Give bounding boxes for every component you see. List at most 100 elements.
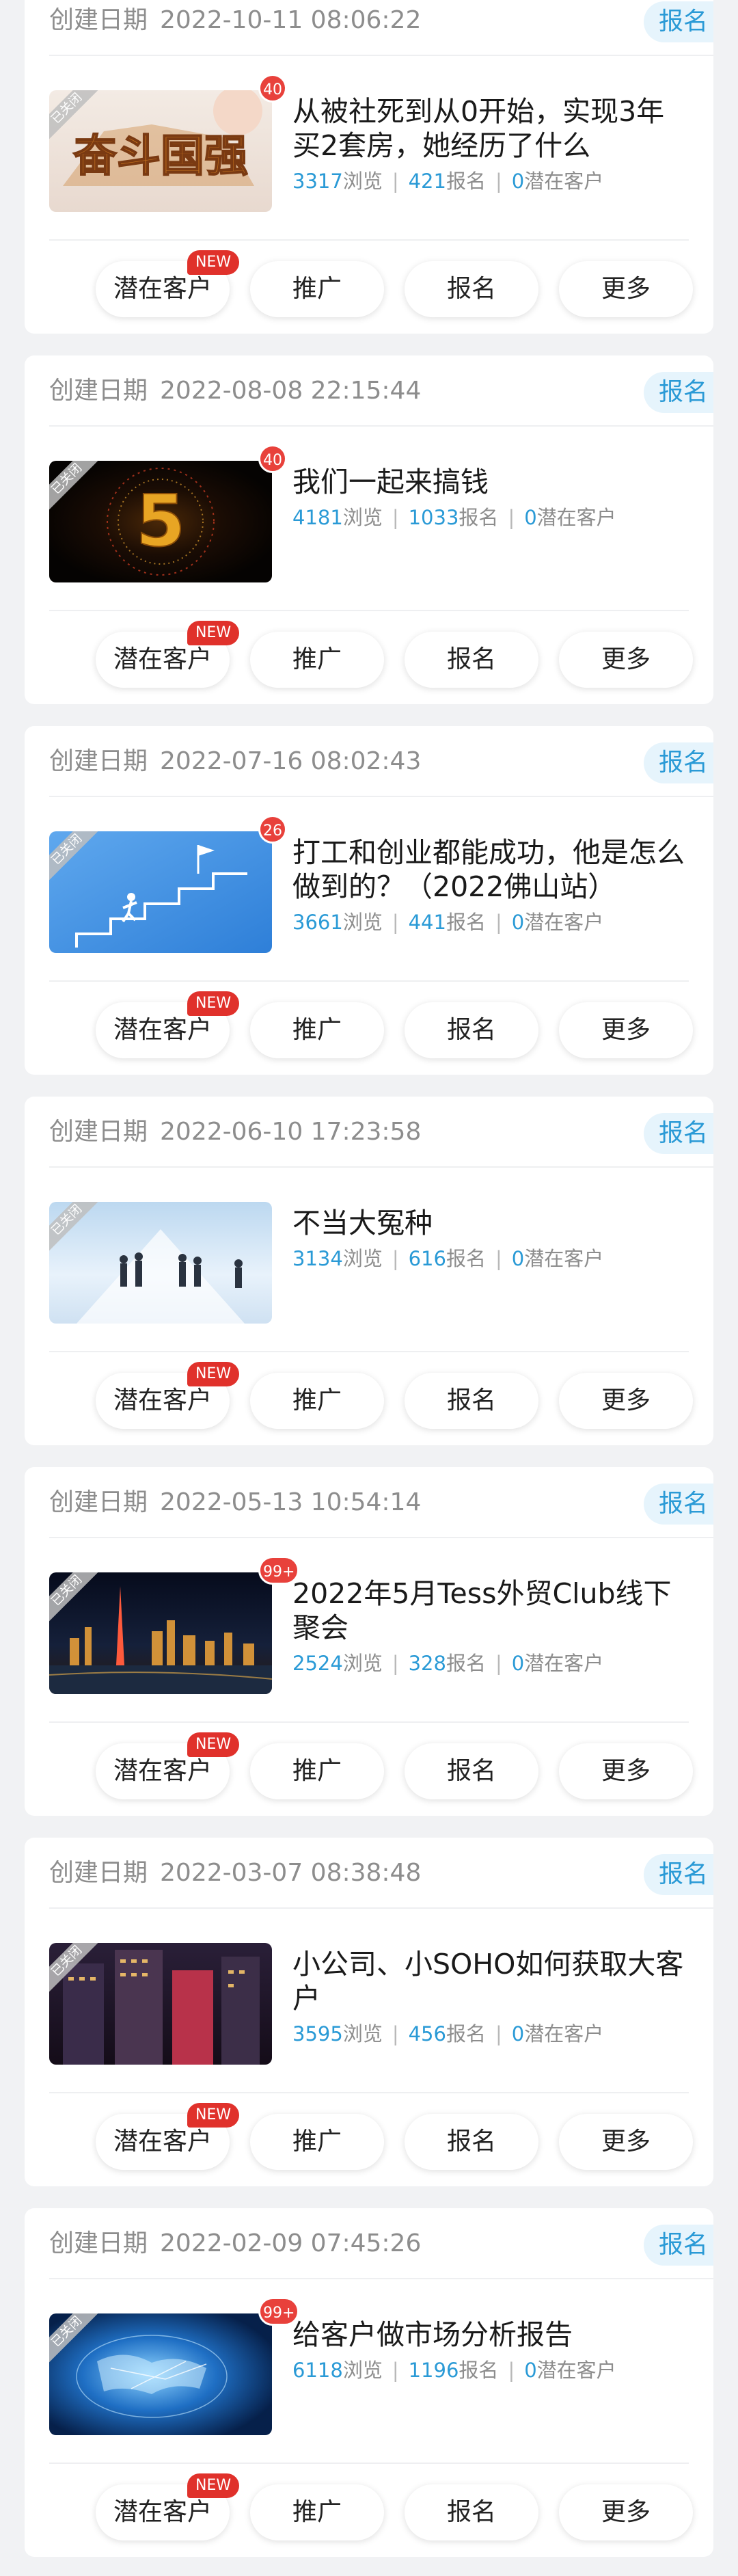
event-card[interactable]: 创建日期 2022-02-09 07:45:26 报名 已关闭 99+ 给客户做… bbox=[25, 2208, 713, 2557]
promote-button[interactable]: 推广 bbox=[250, 1002, 384, 1058]
more-button[interactable]: 更多 bbox=[559, 261, 693, 317]
more-button[interactable]: 更多 bbox=[559, 1373, 693, 1429]
event-card[interactable]: 创建日期 2022-06-10 17:23:58 报名 已关闭 不当大冤种 31… bbox=[25, 1097, 713, 1445]
event-title[interactable]: 不当大冤种 bbox=[292, 1206, 689, 1240]
event-type-tag: 报名 bbox=[643, 742, 713, 783]
signups-count: 421 bbox=[408, 170, 446, 193]
created-date-value: 2022-06-10 17:23:58 bbox=[160, 1118, 422, 1146]
event-stats: 3661浏览 | 441报名 | 0潜在客户 bbox=[292, 911, 604, 934]
event-type-tag: 报名 bbox=[643, 1854, 713, 1895]
created-date-value: 2022-07-16 08:02:43 bbox=[160, 747, 422, 775]
promote-button[interactable]: 推广 bbox=[250, 2484, 384, 2540]
card-header: 创建日期 2022-03-07 08:38:48 报名 bbox=[49, 1838, 713, 1909]
event-thumbnail[interactable]: 已关闭 bbox=[49, 1202, 272, 1324]
created-date-value: 2022-10-11 08:06:22 bbox=[160, 6, 422, 34]
new-badge: NEW bbox=[187, 1732, 240, 1757]
event-title[interactable]: 2022年5月Tess外贸Club线下聚会 bbox=[292, 1577, 689, 1645]
views-count: 3595 bbox=[292, 2022, 343, 2045]
event-title[interactable]: 打工和创业都能成功，他是怎么做到的？（2022佛山站） bbox=[292, 835, 689, 904]
leads-count: 0 bbox=[511, 170, 525, 193]
event-type-tag: 报名 bbox=[643, 1484, 713, 1525]
more-button[interactable]: 更多 bbox=[559, 632, 693, 688]
event-stats: 3595浏览 | 456报名 | 0潜在客户 bbox=[292, 2022, 604, 2045]
event-card[interactable]: 创建日期 2022-08-08 22:15:44 报名 5 已关闭 40 我们一起… bbox=[25, 355, 713, 704]
card-header: 创建日期 2022-06-10 17:23:58 报名 bbox=[49, 1097, 713, 1168]
card-body[interactable]: 已关闭 99+ 2022年5月Tess外贸Club线下聚会 2524浏览 | 328… bbox=[49, 1538, 689, 1723]
event-stats: 6118浏览 | 1196报名 | 0潜在客户 bbox=[292, 2359, 616, 2382]
card-body[interactable]: 已关闭 小公司、小SOHO如何获取大客户 3595浏览 | 456报名 | 0潜在客户 bbox=[49, 1909, 689, 2093]
leads-count: 0 bbox=[511, 911, 525, 934]
leads-count: 0 bbox=[511, 1652, 525, 1675]
event-thumbnail[interactable]: 已关闭 bbox=[49, 1943, 272, 2065]
event-card[interactable]: 创建日期 2022-03-07 08:38:48 报名 已关闭 小公司、小SOH… bbox=[25, 1838, 713, 2186]
more-button[interactable]: 更多 bbox=[559, 1743, 693, 1799]
leads-button[interactable]: 潜在客户 NEW bbox=[96, 1362, 240, 1429]
signups-count: 1033 bbox=[408, 506, 459, 529]
card-body[interactable]: 5 已关闭 40 我们一起来搞钱 4181浏览 | 1033报名 | 0潜在客户 bbox=[49, 427, 689, 611]
signup-button[interactable]: 报名 bbox=[405, 1002, 538, 1058]
event-thumbnail[interactable]: 奋斗国强 已关闭 bbox=[49, 90, 272, 212]
thumbnail-number: 5 bbox=[136, 479, 185, 563]
count-badge: 26 bbox=[258, 815, 287, 844]
signup-button[interactable]: 报名 bbox=[405, 2114, 538, 2170]
created-date: 创建日期 2022-05-13 10:54:14 bbox=[49, 1488, 422, 1516]
created-date-value: 2022-05-13 10:54:14 bbox=[160, 1488, 422, 1516]
views-count: 3317 bbox=[292, 170, 343, 193]
event-title[interactable]: 从被社死到从0开始，实现3年买2套房，她经历了什么 bbox=[292, 94, 689, 163]
created-date-value: 2022-08-08 22:15:44 bbox=[160, 377, 422, 405]
event-card[interactable]: 创建日期 2022-05-13 10:54:14 报名 已关闭 99+ 2022… bbox=[25, 1467, 713, 1816]
leads-button[interactable]: 潜在客户 NEW bbox=[96, 2103, 240, 2170]
more-button[interactable]: 更多 bbox=[559, 1002, 693, 1058]
event-title[interactable]: 小公司、小SOHO如何获取大客户 bbox=[292, 1947, 689, 2015]
event-thumbnail[interactable]: 已关闭 bbox=[49, 831, 272, 953]
card-body[interactable]: 已关闭 不当大冤种 3134浏览 | 616报名 | 0潜在客户 bbox=[49, 1168, 689, 1352]
promote-button[interactable]: 推广 bbox=[250, 1373, 384, 1429]
event-title[interactable]: 我们一起来搞钱 bbox=[292, 465, 689, 499]
promote-button[interactable]: 推广 bbox=[250, 2114, 384, 2170]
signups-count: 441 bbox=[408, 911, 446, 934]
signup-button[interactable]: 报名 bbox=[405, 632, 538, 688]
created-date: 创建日期 2022-03-07 08:38:48 bbox=[49, 1859, 422, 1887]
event-title[interactable]: 给客户做市场分析报告 bbox=[292, 2318, 689, 2352]
promote-button[interactable]: 推广 bbox=[250, 261, 384, 317]
count-badge: 40 bbox=[258, 74, 287, 103]
leads-button[interactable]: 潜在客户 NEW bbox=[96, 991, 240, 1058]
promote-button[interactable]: 推广 bbox=[250, 632, 384, 688]
created-date-value: 2022-03-07 08:38:48 bbox=[160, 1859, 422, 1887]
event-list: 创建日期 2022-10-11 08:06:22 报名 奋斗国强 已关闭 40 从… bbox=[0, 0, 738, 2576]
signup-button[interactable]: 报名 bbox=[405, 1373, 538, 1429]
new-badge: NEW bbox=[187, 2103, 240, 2128]
card-header: 创建日期 2022-05-13 10:54:14 报名 bbox=[49, 1467, 713, 1538]
card-body[interactable]: 已关闭 26 打工和创业都能成功，他是怎么做到的？（2022佛山站） 3661浏… bbox=[49, 797, 689, 982]
promote-button[interactable]: 推广 bbox=[250, 1743, 384, 1799]
more-button[interactable]: 更多 bbox=[559, 2114, 693, 2170]
event-thumbnail[interactable]: 已关闭 bbox=[49, 2313, 272, 2435]
signup-button[interactable]: 报名 bbox=[405, 1743, 538, 1799]
event-type-tag: 报名 bbox=[643, 372, 713, 413]
event-card[interactable]: 创建日期 2022-10-11 08:06:22 报名 奋斗国强 已关闭 40 从… bbox=[25, 0, 713, 334]
thumbnail-logo: 奋斗国强 bbox=[73, 131, 248, 182]
card-body[interactable]: 已关闭 99+ 给客户做市场分析报告 6118浏览 | 1196报名 | 0潜在客户 bbox=[49, 2279, 689, 2464]
signup-button[interactable]: 报名 bbox=[405, 261, 538, 317]
leads-button[interactable]: 潜在客户 NEW bbox=[96, 250, 240, 317]
event-thumbnail[interactable]: 5 已关闭 bbox=[49, 461, 272, 582]
card-header: 创建日期 2022-10-11 08:06:22 报名 bbox=[49, 0, 713, 56]
event-card[interactable]: 创建日期 2022-07-16 08:02:43 报名 已关闭 26 打工和创业都… bbox=[25, 726, 713, 1075]
signup-button[interactable]: 报名 bbox=[405, 2484, 538, 2540]
signups-count: 1196 bbox=[408, 2359, 459, 2382]
new-badge: NEW bbox=[187, 1362, 240, 1386]
card-header: 创建日期 2022-02-09 07:45:26 报名 bbox=[49, 2208, 713, 2279]
leads-button[interactable]: 潜在客户 NEW bbox=[96, 1732, 240, 1799]
event-type-tag: 报名 bbox=[643, 2225, 713, 2266]
created-date: 创建日期 2022-08-08 22:15:44 bbox=[49, 377, 422, 405]
views-count: 4181 bbox=[292, 506, 343, 529]
card-header: 创建日期 2022-07-16 08:02:43 报名 bbox=[49, 726, 713, 797]
leads-button[interactable]: 潜在客户 NEW bbox=[96, 2473, 240, 2540]
new-badge: NEW bbox=[187, 621, 240, 645]
event-thumbnail[interactable]: 已关闭 bbox=[49, 1572, 272, 1694]
card-body[interactable]: 奋斗国强 已关闭 40 从被社死到从0开始，实现3年买2套房，她经历了什么 33… bbox=[49, 56, 689, 241]
event-stats: 3317浏览 | 421报名 | 0潜在客户 bbox=[292, 170, 604, 193]
leads-button[interactable]: 潜在客户 NEW bbox=[96, 621, 240, 688]
new-badge: NEW bbox=[187, 991, 240, 1016]
more-button[interactable]: 更多 bbox=[559, 2484, 693, 2540]
